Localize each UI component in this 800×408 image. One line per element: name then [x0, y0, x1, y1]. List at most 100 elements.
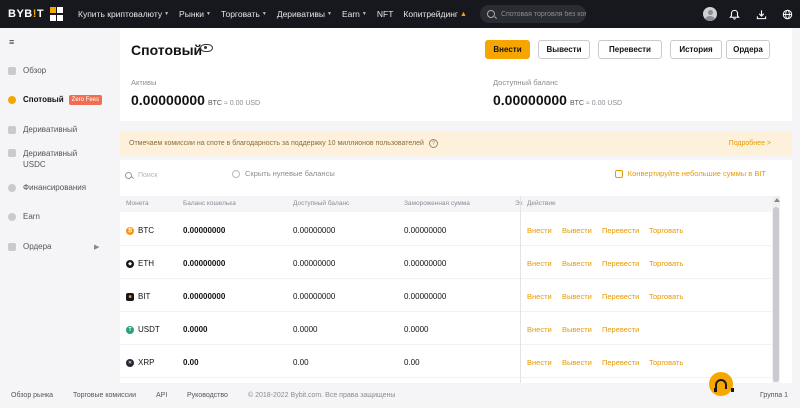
wallet-balance: 0.0000	[183, 325, 208, 334]
coin-cell: T USDT	[126, 325, 160, 334]
wallet-balance: 0.00000000	[183, 226, 226, 235]
sidebar-item-earn[interactable]: Earn	[8, 212, 40, 221]
search-icon	[487, 10, 495, 18]
column-header: Действие	[527, 200, 556, 207]
withdraw-button[interactable]: Вывести	[538, 40, 590, 59]
history-button[interactable]: История	[670, 40, 722, 59]
hide-zero-balances-toggle[interactable]: Скрыть нулевые балансы	[232, 169, 335, 178]
caret-down-icon: ▼	[206, 11, 211, 17]
wallet-balance: 0.00000000	[183, 259, 226, 268]
usdc-icon	[8, 149, 16, 157]
sidebar-item-derivatives-usdc[interactable]: Деривативный USDC	[8, 148, 86, 170]
support-chat-button[interactable]	[709, 372, 734, 396]
sidebar-item-spot[interactable]: Спотовый Zero Fees	[8, 95, 103, 105]
wallet-balance: 0.00000000	[183, 292, 226, 301]
row-trade-link[interactable]: Торговать	[649, 259, 683, 268]
row-withdraw-link[interactable]: Вывести	[562, 325, 592, 334]
table-header: Монета Баланс кошелька Доступный баланс …	[120, 196, 772, 212]
page-title: Спотовый	[131, 42, 203, 58]
deposit-button[interactable]: Внести	[485, 40, 530, 59]
caret-down-icon: ▼	[327, 11, 332, 17]
overview-icon	[8, 67, 16, 75]
headset-icon	[714, 379, 734, 392]
nav-markets[interactable]: Рынки ▼	[179, 9, 211, 19]
zero-fees-badge: Zero Fees	[68, 95, 103, 105]
eye-icon[interactable]	[200, 44, 213, 52]
spot-icon	[8, 96, 16, 104]
scrollbar-thumb[interactable]	[773, 207, 779, 382]
column-header: Доступный баланс	[293, 200, 350, 207]
frozen-amount: 0.00000000	[404, 226, 447, 235]
info-icon[interactable]: ?	[428, 139, 438, 148]
checkbox[interactable]	[232, 169, 240, 178]
download-icon[interactable]	[754, 7, 768, 21]
nav-buy-crypto[interactable]: Купить криптовалюту ▼	[78, 9, 169, 19]
row-deposit-link[interactable]: Внести	[527, 226, 552, 235]
sidebar-item-overview[interactable]: Обзор	[8, 66, 46, 75]
caret-down-icon: ▼	[361, 11, 367, 17]
banner-more-link[interactable]: Подробнее >	[729, 140, 771, 147]
available-balance: 0.00000000	[293, 292, 336, 301]
scroll-up-icon[interactable]	[774, 198, 780, 202]
footer-link-api[interactable]: API	[156, 392, 167, 399]
collapse-menu-icon[interactable]: ≡	[9, 37, 14, 47]
row-transfer-link[interactable]: Перевести	[602, 325, 639, 334]
row-deposit-link[interactable]: Внести	[527, 259, 552, 268]
sidebar-item-derivatives[interactable]: Деривативный	[8, 125, 77, 134]
coin-cell: ₿ BTC	[126, 226, 154, 235]
footer-link-trading-fees[interactable]: Торговые комиссии	[73, 392, 136, 399]
row-withdraw-link[interactable]: Вывести	[562, 259, 592, 268]
row-withdraw-link[interactable]: Вывести	[562, 358, 592, 367]
xrp-icon: ✕	[126, 358, 134, 367]
nav-earn[interactable]: Earn ▼	[342, 9, 367, 19]
available-balance: 0.00000000	[293, 259, 336, 268]
row-trade-link[interactable]: Торговать	[649, 226, 683, 235]
column-header: Баланс кошелька	[183, 200, 236, 207]
row-withdraw-link[interactable]: Вывести	[562, 226, 592, 235]
orders-button[interactable]: Ордера	[726, 40, 770, 59]
nav-trade[interactable]: Торговать ▼	[221, 9, 267, 19]
nav-derivatives[interactable]: Деривативы ▼	[277, 9, 332, 19]
search-placeholder: Спотовая торговля без ком	[500, 10, 586, 18]
bell-icon[interactable]	[727, 7, 741, 21]
sidebar-item-orders[interactable]: Ордера	[8, 242, 52, 251]
sidebar-item-funding[interactable]: Финансирования	[8, 183, 86, 192]
caret-down-icon: ▼	[261, 11, 267, 17]
frozen-amount: 0.00000000	[404, 259, 447, 268]
globe-icon[interactable]	[780, 7, 794, 21]
row-transfer-link[interactable]: Перевести	[602, 259, 639, 268]
row-trade-link[interactable]: Торговать	[649, 292, 683, 301]
row-trade-link[interactable]: Торговать	[649, 358, 683, 367]
page-indicator: Группа 1	[760, 392, 789, 399]
nav-nft[interactable]: NFT	[377, 9, 394, 19]
fire-icon: ▲	[460, 10, 467, 18]
coin-search-input[interactable]: Поиск	[125, 168, 221, 182]
spot-header: Спотовый Внести Вывести Перевести Истори…	[120, 28, 792, 121]
global-search[interactable]: Спотовая торговля без ком	[480, 5, 586, 23]
column-header: Монета	[126, 200, 149, 207]
nav-copytrading[interactable]: Копитрейдинг ▲	[403, 9, 467, 19]
footer-link-guide[interactable]: Руководство	[187, 392, 228, 399]
footer-link-market-overview[interactable]: Обзор рынка	[11, 392, 53, 399]
table-row: ₿ BTC 0.00000000 0.00000000 0.00000000 Вн…	[120, 213, 772, 246]
copyright: © 2018-2022 Bybit.com. Все права защищен…	[248, 392, 396, 399]
table-row: ◆ ETH 0.00000000 0.00000000 0.00000000 Вн…	[120, 246, 772, 279]
convert-small-balances-link[interactable]: Конвертируйте небольшие суммы в BIT	[614, 169, 766, 178]
top-nav: BYB!T Купить криптовалюту ▼ Рынки ▼ Торгов…	[0, 0, 800, 28]
derivatives-icon	[8, 126, 16, 134]
row-deposit-link[interactable]: Внести	[527, 292, 552, 301]
frozen-amount: 0.00000000	[404, 292, 447, 301]
row-transfer-link[interactable]: Перевести	[602, 226, 639, 235]
row-deposit-link[interactable]: Внести	[527, 358, 552, 367]
column-header: Эк	[515, 200, 523, 207]
avatar[interactable]	[703, 7, 717, 21]
row-withdraw-link[interactable]: Вывести	[562, 292, 592, 301]
row-transfer-link[interactable]: Перевести	[602, 358, 639, 367]
row-transfer-link[interactable]: Перевести	[602, 292, 639, 301]
bybit-logo[interactable]: BYB!T	[8, 8, 46, 20]
apps-grid-icon[interactable]	[50, 7, 64, 21]
transfer-button[interactable]: Перевести	[598, 40, 662, 59]
available-balance: 0.0000	[293, 325, 318, 334]
btc-icon: ₿	[126, 226, 134, 235]
row-deposit-link[interactable]: Внести	[527, 325, 552, 334]
